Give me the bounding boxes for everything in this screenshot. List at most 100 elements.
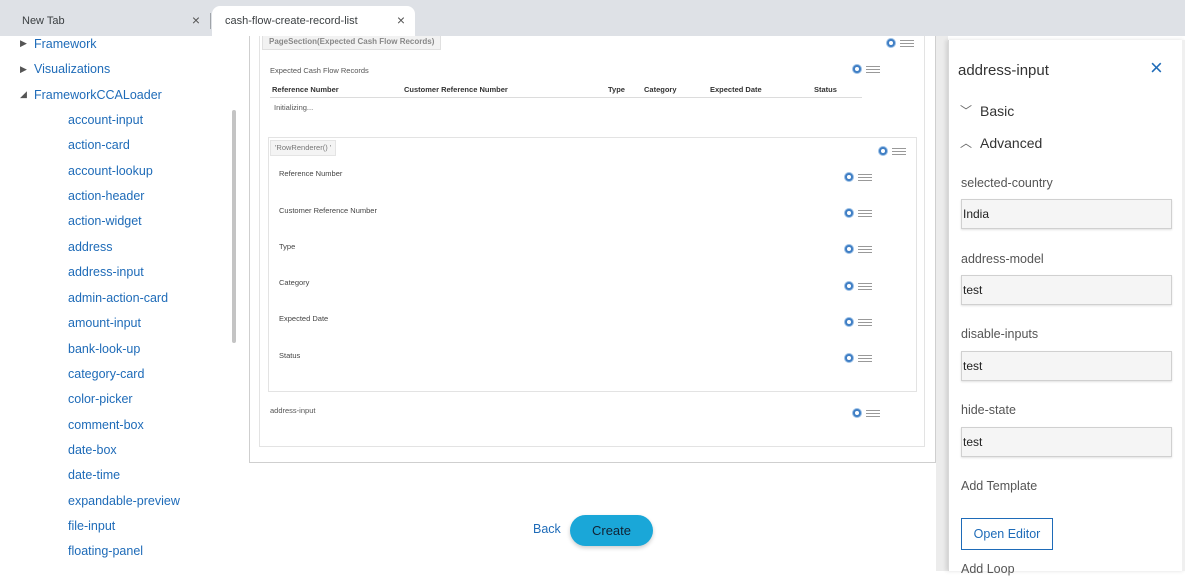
close-icon[interactable]: ×: [1150, 57, 1163, 79]
tree-leaf-action-widget[interactable]: action-widget: [68, 214, 142, 228]
chevron-down-icon: ﹀: [960, 104, 973, 118]
tree-node-framework[interactable]: Framework: [34, 37, 97, 51]
gear-icon[interactable]: [845, 173, 853, 181]
page-section-tag: PageSection(Expected Cash Flow Records): [262, 36, 442, 50]
drag-handle-icon[interactable]: [858, 354, 872, 362]
tab-separator: [210, 13, 211, 29]
tree-leaf-comment-box[interactable]: comment-box: [68, 418, 144, 432]
column-header-expected-date[interactable]: Expected Date: [710, 85, 762, 94]
tree-leaf-category-card[interactable]: category-card: [68, 367, 144, 381]
gear-icon[interactable]: [845, 245, 853, 253]
chevron-up-icon: ︿: [960, 136, 973, 150]
row-field-type: Type: [279, 242, 296, 251]
drag-handle-icon[interactable]: [858, 173, 872, 181]
row-field-status: Status: [279, 351, 301, 360]
add-template-label: Add Template: [961, 479, 1038, 493]
gear-icon[interactable]: [853, 409, 861, 417]
create-button[interactable]: Create: [570, 515, 653, 546]
section-label: Advanced: [980, 134, 1043, 151]
row-field-category: Category: [279, 278, 310, 287]
drag-handle-icon[interactable]: [858, 209, 872, 217]
drag-handle-icon[interactable]: [858, 318, 872, 326]
caret-right-icon[interactable]: ▶: [20, 64, 27, 75]
tree-node-frameworkccaloader[interactable]: FrameworkCCALoader: [34, 88, 162, 102]
gear-icon[interactable]: [887, 39, 895, 47]
gear-icon[interactable]: [879, 147, 887, 155]
column-header-type[interactable]: Type: [608, 85, 625, 94]
gear-icon[interactable]: [845, 209, 853, 217]
tree-leaf-bank-look-up[interactable]: bank-look-up: [68, 342, 140, 356]
table-caption: Expected Cash Flow Records: [270, 66, 369, 75]
disable-inputs-label: disable-inputs: [961, 327, 1039, 341]
row-field-reference-number: Reference Number: [279, 169, 343, 178]
drag-handle-icon[interactable]: [858, 282, 872, 290]
close-tab-icon[interactable]: ×: [192, 13, 200, 27]
tab-title: New Tab: [22, 15, 65, 27]
tree-leaf-account-input[interactable]: account-input: [68, 113, 143, 127]
tree-leaf-action-header[interactable]: action-header: [68, 189, 144, 203]
tree-leaf-address[interactable]: address: [68, 240, 112, 254]
add-loop-label: Add Loop: [961, 562, 1015, 576]
tree-leaf-admin-action-card[interactable]: admin-action-card: [68, 291, 168, 305]
column-header-status[interactable]: Status: [814, 85, 837, 94]
address-input-component[interactable]: address-input: [270, 406, 315, 415]
component-tree: ▶ Framework ▶ Visualizations ◢ Framework…: [0, 36, 236, 571]
open-editor-button[interactable]: Open Editor: [961, 518, 1053, 550]
section-label: Basic: [980, 102, 1015, 119]
hide-state-label: hide-state: [961, 403, 1016, 417]
drag-handle-icon[interactable]: [866, 65, 880, 73]
tree-leaf-account-lookup[interactable]: account-lookup: [68, 164, 153, 178]
tree-leaf-color-picker[interactable]: color-picker: [68, 392, 133, 406]
table-controls: [853, 65, 880, 73]
drag-handle-icon[interactable]: [900, 39, 914, 47]
tab-new-tab[interactable]: New Tab ×: [0, 6, 210, 36]
address-model-input[interactable]: [961, 275, 1172, 305]
row-renderer-frame: [268, 137, 917, 392]
row-renderer-tag: 'RowRenderer() ': [270, 140, 337, 156]
field-controls: [845, 245, 872, 253]
field-controls: [845, 209, 872, 217]
drag-handle-icon[interactable]: [866, 409, 880, 417]
close-tab-icon[interactable]: ×: [397, 13, 405, 27]
caret-expanded-icon[interactable]: ◢: [20, 89, 27, 100]
back-button[interactable]: Back: [533, 522, 561, 536]
tree-leaf-date-time[interactable]: date-time: [68, 468, 120, 482]
tree-leaf-floating-panel[interactable]: floating-panel: [68, 544, 143, 558]
tree-leaf-file-input[interactable]: file-input: [68, 519, 115, 533]
properties-title: address-input: [958, 62, 1049, 79]
field-controls: [845, 282, 872, 290]
gear-icon[interactable]: [845, 282, 853, 290]
initializing-text: Initializing...: [274, 103, 314, 112]
tree-leaf-amount-input[interactable]: amount-input: [68, 316, 141, 330]
drag-handle-icon[interactable]: [858, 245, 872, 253]
gear-icon[interactable]: [845, 354, 853, 362]
section-basic[interactable]: ﹀ Basic: [960, 102, 1014, 119]
tab-cash-flow-create-record-list[interactable]: cash-flow-create-record-list ×: [212, 6, 415, 36]
gear-icon[interactable]: [853, 65, 861, 73]
section-advanced[interactable]: ︿ Advanced: [960, 134, 1042, 151]
tree-leaf-date-box[interactable]: date-box: [68, 443, 117, 457]
tree-leaf-action-card[interactable]: action-card: [68, 138, 130, 152]
selected-country-label: selected-country: [961, 176, 1053, 190]
address-model-label: address-model: [961, 252, 1044, 266]
column-header-reference-number[interactable]: Reference Number: [272, 85, 339, 94]
drag-handle-icon[interactable]: [892, 147, 906, 155]
row-field-expected-date: Expected Date: [279, 314, 329, 323]
column-header-customer-reference-number[interactable]: Customer Reference Number: [404, 85, 508, 94]
hide-state-input[interactable]: [961, 427, 1172, 457]
address-input-controls: [853, 409, 880, 417]
tree-node-visualizations[interactable]: Visualizations: [34, 62, 110, 76]
field-controls: [845, 173, 872, 181]
tree-leaf-expandable-preview[interactable]: expandable-preview: [68, 494, 180, 508]
selected-country-input[interactable]: [961, 199, 1172, 229]
gear-icon[interactable]: [845, 318, 853, 326]
panel-shadow: [936, 36, 948, 571]
field-controls: [845, 318, 872, 326]
field-controls: [845, 354, 872, 362]
row-renderer-controls: [879, 147, 906, 155]
column-header-category[interactable]: Category: [644, 85, 677, 94]
caret-right-icon[interactable]: ▶: [20, 38, 27, 49]
disable-inputs-input[interactable]: [961, 351, 1172, 381]
page-section-controls: [887, 39, 914, 47]
tree-leaf-address-input[interactable]: address-input: [68, 265, 144, 279]
